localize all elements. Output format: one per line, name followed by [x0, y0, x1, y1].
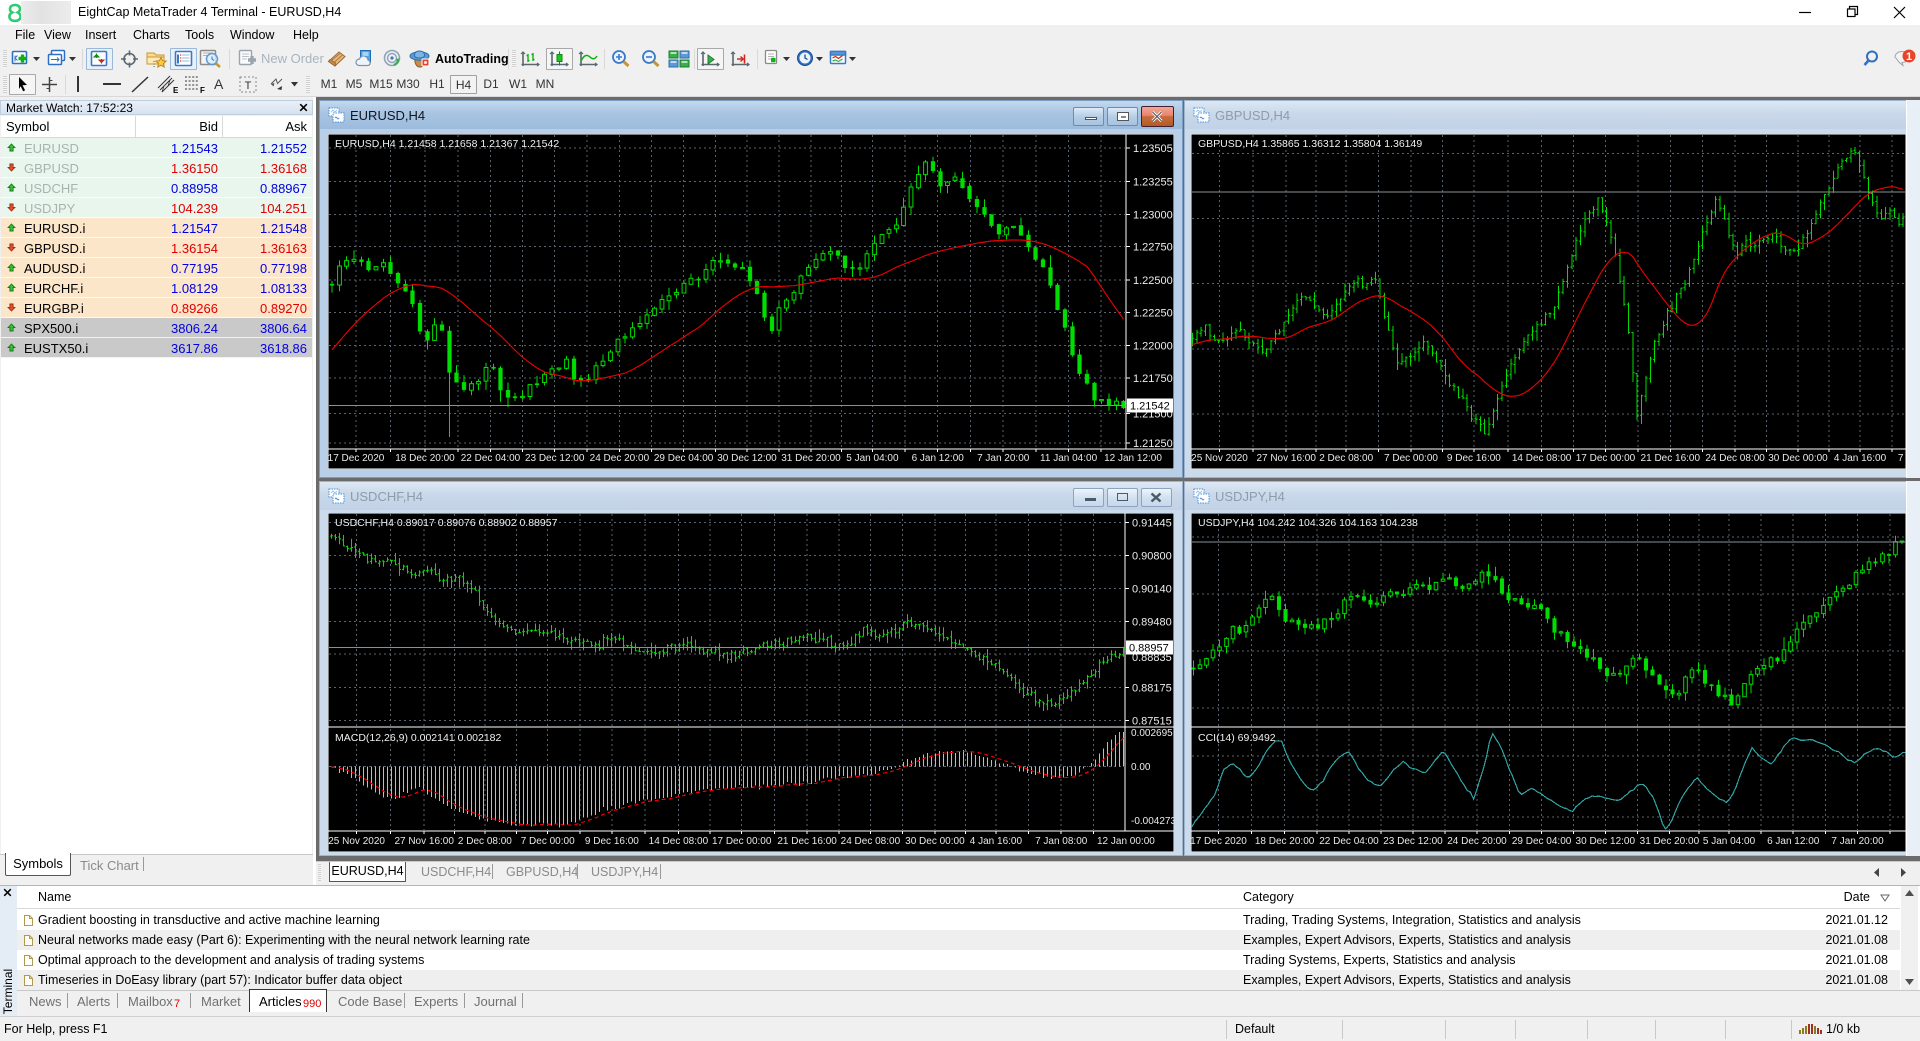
svg-text:0.87515: 0.87515 — [1132, 715, 1172, 727]
svg-text:21 Dec 16:00: 21 Dec 16:00 — [777, 836, 837, 847]
svg-text:24 Dec 08:00: 24 Dec 08:00 — [841, 836, 901, 847]
svg-text:12 Jan 12:00: 12 Jan 12:00 — [1104, 453, 1162, 464]
svg-text:22 Dec 04:00: 22 Dec 04:00 — [1319, 836, 1379, 847]
svg-text:24 Dec 08:00: 24 Dec 08:00 — [1705, 453, 1765, 464]
svg-text:1.22250: 1.22250 — [1133, 307, 1173, 319]
svg-text:1.22000: 1.22000 — [1133, 340, 1173, 352]
svg-text:0.89480: 0.89480 — [1132, 617, 1172, 629]
svg-text:27 Nov 16:00: 27 Nov 16:00 — [1256, 453, 1316, 464]
svg-text:-0.004273: -0.004273 — [1131, 816, 1174, 827]
svg-text:1.21542: 1.21542 — [1130, 400, 1170, 412]
svg-text:18 Dec 20:00: 18 Dec 20:00 — [395, 453, 455, 464]
svg-text:7 Dec 00:00: 7 Dec 00:00 — [1384, 453, 1438, 464]
svg-text:30 Dec 12:00: 30 Dec 12:00 — [1576, 836, 1636, 847]
svg-text:EURUSD,H4 1.21458 1.21658 1.2: EURUSD,H4 1.21458 1.21658 1.21367 1.2154… — [335, 138, 559, 150]
svg-text:4 Jan 16:00: 4 Jan 16:00 — [1834, 453, 1887, 464]
svg-text:23 Dec 12:00: 23 Dec 12:00 — [525, 453, 585, 464]
svg-text:29 Dec 04:00: 29 Dec 04:00 — [654, 453, 714, 464]
svg-text:MACD(12,26,9) 0.002141 0.00218: MACD(12,26,9) 0.002141 0.002182 — [335, 732, 502, 744]
svg-text:7 Dec 00:00: 7 Dec 00:00 — [521, 836, 575, 847]
svg-text:6 Jan 12:00: 6 Jan 12:00 — [912, 453, 965, 464]
svg-text:18 Dec 20:00: 18 Dec 20:00 — [1255, 836, 1315, 847]
svg-text:12 Jan 00:00: 12 Jan 00:00 — [1097, 836, 1155, 847]
svg-text:6 Jan 12:00: 6 Jan 12:00 — [1767, 836, 1820, 847]
svg-text:GBPUSD,H4 1.35865 1.36312 1.3: GBPUSD,H4 1.35865 1.36312 1.35804 1.3614… — [1198, 138, 1422, 150]
svg-text:1.23255: 1.23255 — [1133, 176, 1173, 188]
svg-text:0.00: 0.00 — [1131, 762, 1151, 773]
svg-text:30 Dec 00:00: 30 Dec 00:00 — [905, 836, 965, 847]
svg-text:17 Dec 00:00: 17 Dec 00:00 — [712, 836, 772, 847]
svg-text:30 Dec 12:00: 30 Dec 12:00 — [717, 453, 777, 464]
svg-text:17 Dec 2020: 17 Dec 2020 — [1191, 836, 1247, 847]
svg-text:29 Dec 04:00: 29 Dec 04:00 — [1512, 836, 1572, 847]
svg-text:4 Jan 16:00: 4 Jan 16:00 — [970, 836, 1023, 847]
svg-text:31 Dec 20:00: 31 Dec 20:00 — [781, 453, 841, 464]
svg-text:9 Dec 16:00: 9 Dec 16:00 — [1447, 453, 1501, 464]
svg-text:USDJPY,H4 104.242 104.326 104: USDJPY,H4 104.242 104.326 104.163 104.23… — [1198, 517, 1418, 529]
svg-text:25 Nov 2020: 25 Nov 2020 — [328, 836, 385, 847]
svg-text:1: 1 — [1906, 51, 1912, 63]
svg-text:1.22750: 1.22750 — [1133, 242, 1173, 254]
svg-text:21 Dec 16:00: 21 Dec 16:00 — [1641, 453, 1701, 464]
svg-text:2 Dec 08:00: 2 Dec 08:00 — [458, 836, 512, 847]
svg-text:7 Jan 20:00: 7 Jan 20:00 — [977, 453, 1030, 464]
svg-text:0.91445: 0.91445 — [1132, 518, 1172, 530]
svg-text:23 Dec 12:00: 23 Dec 12:00 — [1383, 836, 1443, 847]
svg-text:1.23000: 1.23000 — [1133, 210, 1173, 222]
svg-text:0.88175: 0.88175 — [1132, 682, 1172, 694]
svg-text:24 Dec 20:00: 24 Dec 20:00 — [590, 453, 650, 464]
svg-text:27 Nov 16:00: 27 Nov 16:00 — [394, 836, 454, 847]
svg-text:7 Jan 08:00: 7 Jan 08:00 — [1035, 836, 1088, 847]
svg-text:30 Dec 00:00: 30 Dec 00:00 — [1768, 453, 1828, 464]
svg-text:0.90140: 0.90140 — [1132, 584, 1172, 596]
svg-text:1.22500: 1.22500 — [1133, 275, 1173, 287]
svg-text:9 Dec 16:00: 9 Dec 16:00 — [585, 836, 639, 847]
svg-text:F: F — [200, 86, 205, 94]
svg-text:7 Jan 20:00: 7 Jan 20:00 — [1831, 836, 1884, 847]
svg-text:USDCHF,H4 0.89017 0.89076 0.8: USDCHF,H4 0.89017 0.89076 0.88902 0.8895… — [335, 517, 558, 529]
svg-text:31 Dec 20:00: 31 Dec 20:00 — [1640, 836, 1700, 847]
svg-text:22 Dec 04:00: 22 Dec 04:00 — [461, 453, 521, 464]
svg-text:17 Dec 00:00: 17 Dec 00:00 — [1576, 453, 1636, 464]
svg-text:1.21250: 1.21250 — [1133, 438, 1173, 450]
svg-text:CCI(14) 69.9492: CCI(14) 69.9492 — [1198, 732, 1276, 744]
svg-text:0.90800: 0.90800 — [1132, 550, 1172, 562]
svg-text:24 Dec 20:00: 24 Dec 20:00 — [1447, 836, 1507, 847]
svg-text:1.21750: 1.21750 — [1133, 373, 1173, 385]
svg-text:0.002695: 0.002695 — [1131, 728, 1173, 739]
svg-text:0.88957: 0.88957 — [1129, 642, 1169, 654]
svg-text:14 Dec 08:00: 14 Dec 08:00 — [649, 836, 709, 847]
svg-text:7 Jan 08:00: 7 Jan 08:00 — [1898, 453, 1906, 464]
svg-text:25 Nov 2020: 25 Nov 2020 — [1191, 453, 1248, 464]
svg-text:T: T — [245, 80, 252, 92]
svg-text:5 Jan 04:00: 5 Jan 04:00 — [1703, 836, 1756, 847]
svg-text:11 Jan 04:00: 11 Jan 04:00 — [1040, 453, 1098, 464]
svg-text:2 Dec 08:00: 2 Dec 08:00 — [1319, 453, 1373, 464]
svg-text:14 Dec 08:00: 14 Dec 08:00 — [1512, 453, 1572, 464]
svg-text:E: E — [173, 86, 179, 94]
svg-text:5 Jan 04:00: 5 Jan 04:00 — [846, 453, 899, 464]
svg-text:17 Dec 2020: 17 Dec 2020 — [328, 453, 385, 464]
svg-text:1.23505: 1.23505 — [1133, 143, 1173, 155]
